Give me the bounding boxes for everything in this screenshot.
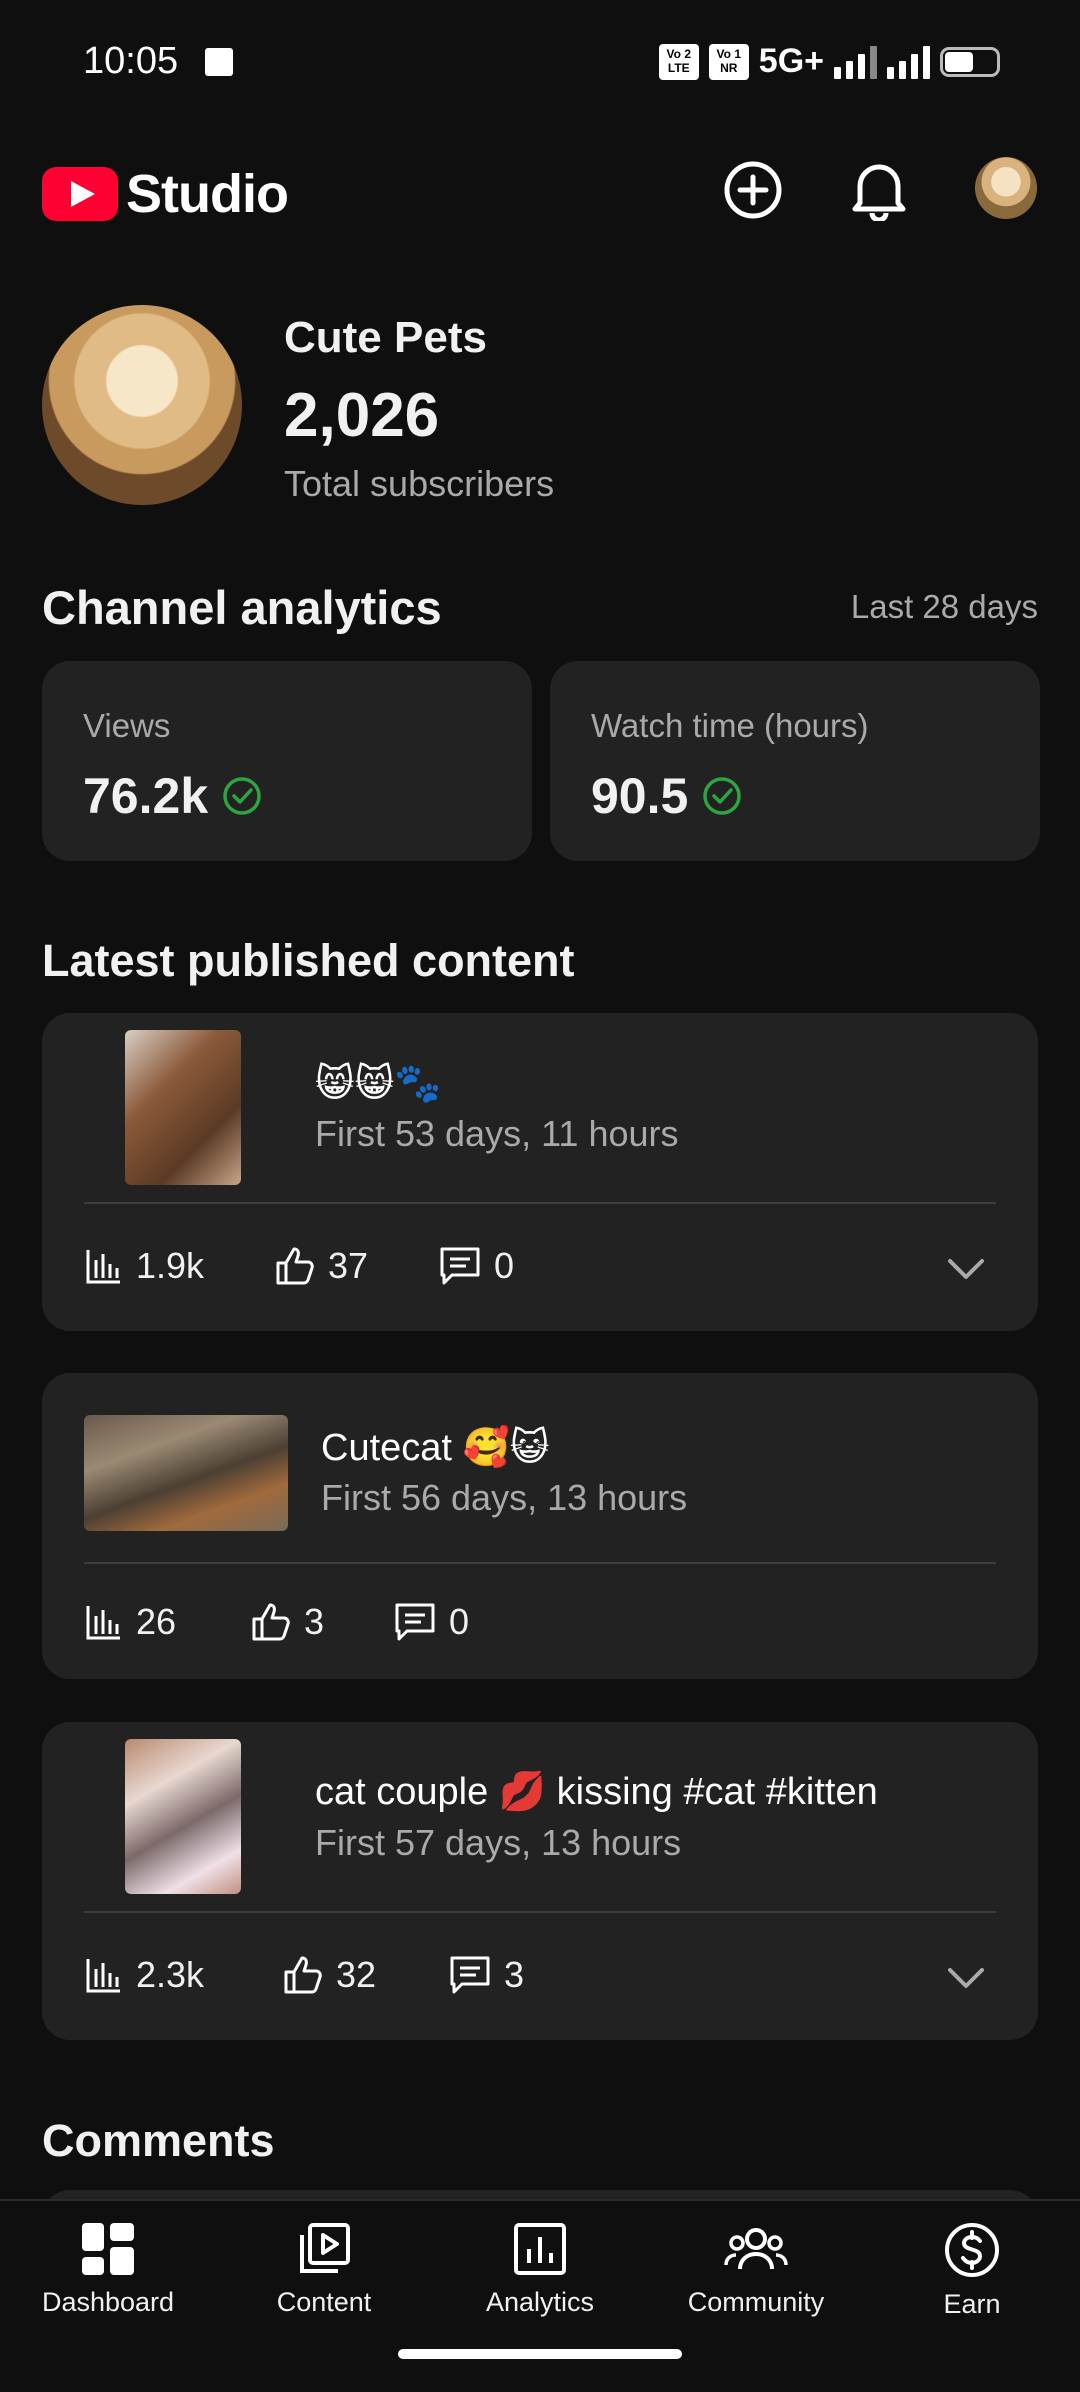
dashboard-icon [82, 2223, 134, 2275]
content-card[interactable]: cat couple 💋 kissing #cat #kitten First … [42, 1722, 1038, 2040]
video-title: cat couple 💋 kissing #cat #kitten [315, 1771, 878, 1813]
nav-analytics[interactable]: Analytics [432, 2221, 648, 2318]
comment-icon [450, 1956, 490, 1994]
signal-icon [834, 45, 877, 79]
check-circle-icon [703, 777, 742, 815]
likes-metric: 3 [250, 1601, 324, 1643]
app-name: Studio [126, 164, 289, 224]
video-thumbnail [125, 1030, 241, 1185]
likes-metric: 32 [282, 1954, 376, 1996]
video-title: 😸😸🐾 [315, 1063, 442, 1105]
battery-icon [940, 46, 1000, 77]
thumbs-up-icon [284, 1956, 322, 1994]
notifications-button[interactable] [846, 157, 912, 223]
bell-icon [852, 164, 906, 221]
views-count: 1.9k [136, 1245, 205, 1286]
content-icon [300, 2223, 350, 2273]
channel-avatar [42, 305, 242, 505]
home-indicator[interactable] [398, 2349, 682, 2359]
chevron-down-icon [948, 1968, 984, 1988]
nav-earn[interactable]: Earn [864, 2221, 1080, 2320]
video-title: Cutecat 🥰😺 [321, 1427, 550, 1469]
divider [84, 1562, 996, 1564]
content-card[interactable]: Cutecat 🥰😺 First 56 days, 13 hours 26 3 … [42, 1373, 1038, 1679]
thumbs-up-icon [252, 1603, 290, 1641]
comments-metric: 3 [448, 1954, 524, 1996]
comment-icon [440, 1247, 480, 1285]
comment-icon [395, 1603, 435, 1641]
create-button[interactable] [720, 157, 786, 223]
views-metric: 2.3k [84, 1954, 204, 1996]
watch-time-label: Watch time (hours) [591, 707, 869, 744]
latest-content-title: Latest published content [42, 935, 575, 986]
account-avatar[interactable] [975, 157, 1037, 219]
video-period: First 56 days, 13 hours [321, 1477, 688, 1518]
video-thumbnail [125, 1739, 241, 1894]
nav-label: Content [276, 2287, 372, 2317]
studio-logo[interactable]: Studio [42, 163, 289, 225]
community-icon [724, 2228, 788, 2270]
check-circle-icon [223, 777, 261, 815]
comments-count: 0 [494, 1245, 515, 1286]
volte-icon: Vo 2 LTE [658, 43, 699, 80]
status-time: 10:05 [83, 40, 179, 82]
expand-button[interactable] [946, 1249, 986, 1289]
bar-chart-icon [86, 1606, 120, 1640]
divider [84, 1202, 996, 1204]
views-count: 2.3k [136, 1954, 205, 1995]
likes-metric: 37 [274, 1245, 368, 1287]
views-count: 26 [136, 1601, 177, 1642]
likes-count: 32 [336, 1954, 377, 1995]
subscriber-count: 2,026 [284, 381, 440, 450]
likes-count: 3 [304, 1601, 325, 1642]
create-icon [724, 161, 782, 219]
divider [84, 1911, 996, 1913]
subscriber-label: Total subscribers [284, 463, 555, 504]
earn-icon [945, 2223, 999, 2277]
channel-name: Cute Pets [284, 313, 487, 362]
nav-label: Earn [943, 2289, 1001, 2319]
status-indicators: Vo 2 LTE Vo 1 NR 5G+ [658, 42, 1000, 81]
nav-community[interactable]: Community [648, 2221, 864, 2318]
nav-label: Analytics [485, 2287, 595, 2317]
network-type: 5G+ [758, 42, 824, 80]
comments-metric: 0 [393, 1601, 469, 1643]
notification-icon [205, 48, 233, 76]
views-card[interactable]: Views 76.2k [42, 661, 532, 861]
comments-metric: 0 [438, 1245, 514, 1287]
comments-count: 0 [449, 1601, 470, 1642]
analytics-range: Last 28 days [850, 588, 1038, 625]
content-card[interactable]: 😸😸🐾 First 53 days, 11 hours 1.9k 37 0 [42, 1013, 1038, 1331]
watch-time-value: 90.5 [591, 768, 689, 824]
analytics-title: Channel analytics [42, 581, 442, 634]
bottom-nav: Dashboard Content Analytics Community Ea… [0, 2199, 1080, 2392]
bar-chart-icon [86, 1959, 120, 1993]
nav-label: Dashboard [41, 2287, 175, 2317]
watch-time-card[interactable]: Watch time (hours) 90.5 [550, 661, 1040, 861]
nav-dashboard[interactable]: Dashboard [0, 2221, 216, 2318]
signal-icon-2 [887, 45, 930, 79]
video-thumbnail [84, 1415, 288, 1531]
bar-chart-icon [86, 1250, 120, 1284]
views-value: 76.2k [83, 768, 209, 824]
likes-count: 37 [328, 1245, 369, 1286]
views-metric: 26 [84, 1601, 176, 1643]
views-metric: 1.9k [84, 1245, 204, 1287]
comments-count: 3 [504, 1954, 525, 1995]
video-period: First 57 days, 13 hours [315, 1822, 682, 1863]
views-label: Views [83, 707, 171, 744]
youtube-play-icon [42, 167, 118, 221]
nav-label: Community [687, 2287, 825, 2317]
nav-content[interactable]: Content [216, 2221, 432, 2318]
chevron-down-icon [948, 1259, 984, 1279]
thumbs-up-icon [276, 1247, 314, 1285]
vonr-icon: Vo 1 NR [708, 43, 749, 80]
video-period: First 53 days, 11 hours [315, 1113, 679, 1154]
analytics-icon [514, 2223, 566, 2275]
expand-button[interactable] [946, 1958, 986, 1998]
comments-title: Comments [42, 2115, 275, 2166]
